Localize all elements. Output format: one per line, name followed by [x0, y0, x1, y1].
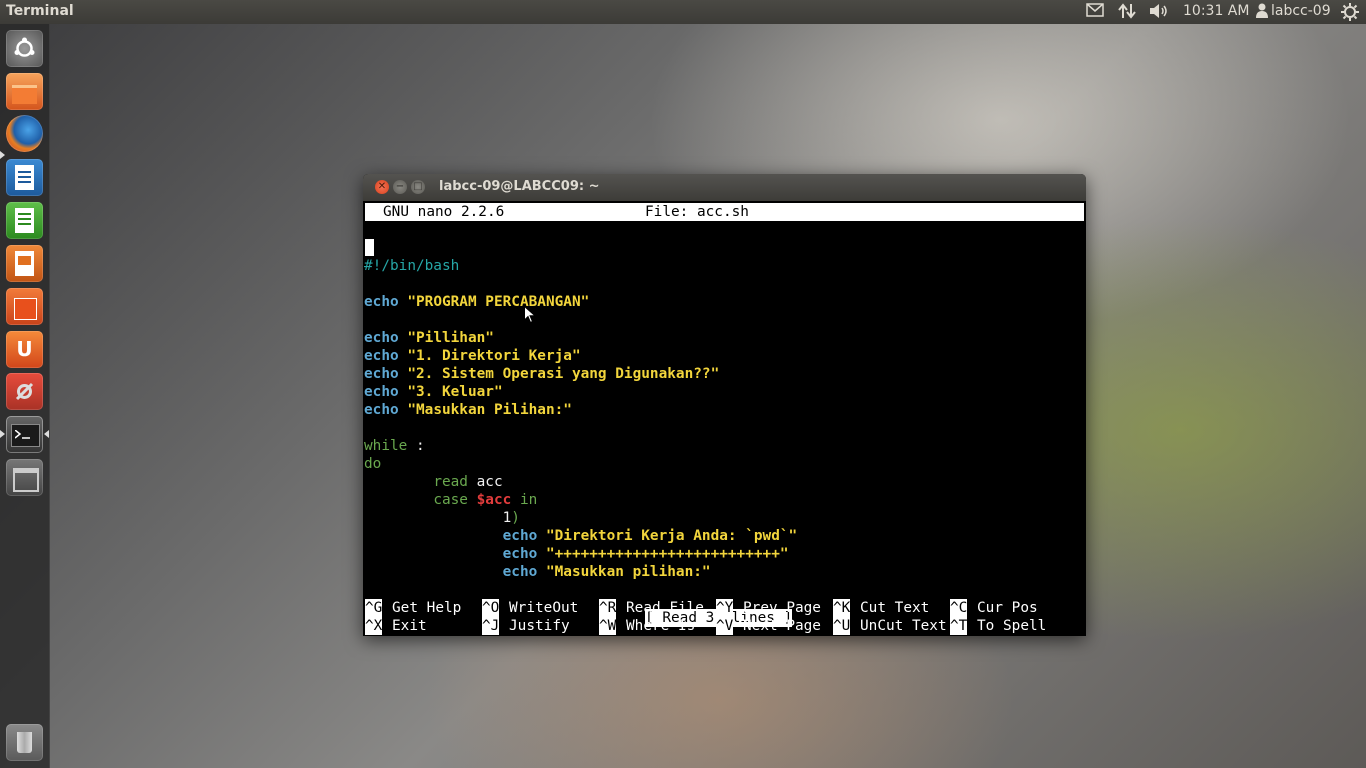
shortcut-key: ^G	[365, 599, 383, 617]
shortcut-label: Cur Pos	[977, 600, 1038, 616]
dash-home-icon[interactable]	[6, 30, 43, 67]
shortcut-label: Cut Text	[860, 600, 930, 616]
shortcut-label: Next Page	[743, 618, 821, 634]
window-title: labcc-09@LABCC09: ~	[439, 179, 600, 194]
shortcut-label: To Spell	[977, 618, 1047, 634]
code-line: echo "3. Keluar"	[364, 384, 503, 400]
shortcut-key: ^W	[599, 617, 617, 635]
shortcut-label: Justify	[509, 618, 570, 634]
code-line: echo "PROGRAM PERCABANGAN"	[364, 294, 590, 310]
calc-icon[interactable]	[6, 202, 43, 239]
software-center-icon[interactable]	[6, 288, 43, 325]
code-line: while :	[364, 438, 425, 454]
top-panel: Terminal 10:31 AM labcc-09	[0, 0, 1366, 24]
gear-icon[interactable]	[1341, 3, 1359, 25]
file-name: File: acc.sh	[645, 204, 749, 220]
maximize-icon[interactable]: □	[411, 180, 425, 194]
close-icon[interactable]: ✕	[375, 180, 389, 194]
code-line: echo "Pillihan"	[364, 330, 494, 346]
terminal-window: ✕ − □ labcc-09@LABCC09: ~ GNU nano 2.2.6…	[363, 174, 1086, 636]
network-icon[interactable]	[1118, 3, 1136, 23]
files-icon[interactable]	[6, 73, 43, 110]
shortcut-label: Where Is	[626, 618, 696, 634]
shortcut-key: ^X	[365, 617, 383, 635]
shortcut-label: Get Help	[392, 600, 462, 616]
shortcut-label: UnCut Text	[860, 618, 947, 634]
shortcut-label: Prev Page	[743, 600, 821, 616]
text-cursor	[365, 239, 374, 256]
code-line: read acc	[433, 474, 503, 490]
shortcut-label: Read File	[626, 600, 704, 616]
app-title: Terminal	[6, 3, 74, 19]
nano-header: GNU nano 2.2.6 File: acc.sh	[365, 203, 1084, 221]
mouse-pointer-icon	[524, 305, 537, 328]
impress-icon[interactable]	[6, 245, 43, 282]
shortcut-key: ^V	[716, 617, 734, 635]
shortcut-label: WriteOut	[509, 600, 579, 616]
running-indicator	[0, 151, 5, 159]
minimize-icon[interactable]: −	[393, 180, 407, 194]
shortcut-key: ^R	[599, 599, 617, 617]
shortcut-key: ^T	[950, 617, 968, 635]
writer-icon[interactable]	[6, 159, 43, 196]
system-settings-icon[interactable]	[6, 373, 43, 410]
launcher: U	[0, 24, 50, 768]
volume-icon[interactable]	[1149, 3, 1169, 23]
focused-indicator	[44, 430, 49, 438]
shortcut-key: ^U	[833, 617, 851, 635]
shortcut-key: ^O	[482, 599, 500, 617]
nano-editor[interactable]: GNU nano 2.2.6 File: acc.sh #!/bin/bash …	[364, 201, 1085, 636]
running-indicator	[0, 430, 5, 438]
window-titlebar[interactable]: ✕ − □ labcc-09@LABCC09: ~	[363, 174, 1086, 201]
firefox-icon[interactable]	[6, 115, 43, 152]
code-line: echo "Masukkan pilihan:"	[502, 564, 711, 580]
shortcut-key: ^Y	[716, 599, 734, 617]
shortcut-key: ^C	[950, 599, 968, 617]
user-name[interactable]: labcc-09	[1271, 3, 1331, 19]
code-line: 1)	[502, 510, 520, 526]
code-line: echo "1. Direktori Kerja"	[364, 348, 581, 364]
user-icon	[1256, 3, 1268, 22]
code-line-shebang: #!/bin/bash	[364, 258, 460, 274]
code-line: echo "Masukkan Pilihan:"	[364, 402, 572, 418]
clock[interactable]: 10:31 AM	[1183, 3, 1249, 19]
code-line: echo "++++++++++++++++++++++++++"	[502, 546, 789, 562]
mail-icon[interactable]	[1086, 3, 1104, 21]
ubuntu-one-icon[interactable]: U	[6, 331, 43, 368]
shortcut-key: ^J	[482, 617, 500, 635]
code-line: do	[364, 456, 382, 472]
nano-version: GNU nano 2.2.6	[383, 204, 505, 220]
shortcut-label: Exit	[392, 618, 427, 634]
code-line: echo "2. Sistem Operasi yang Digunakan??…	[364, 366, 720, 382]
shortcut-key: ^K	[833, 599, 851, 617]
terminal-launcher-icon[interactable]	[6, 416, 43, 453]
workspace-switcher-icon[interactable]	[6, 459, 43, 496]
code-line: echo "Direktori Kerja Anda: `pwd`"	[502, 528, 798, 544]
code-line: case $acc in	[433, 492, 538, 508]
trash-icon[interactable]	[6, 724, 43, 761]
